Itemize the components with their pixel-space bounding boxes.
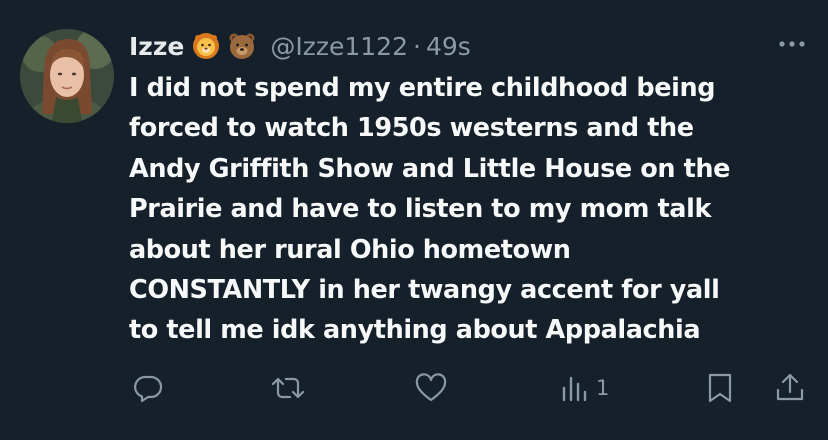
more-options-button[interactable]	[776, 36, 808, 52]
views-count: 1	[596, 376, 610, 400]
ellipsis-icon	[779, 41, 805, 47]
like-button[interactable]	[414, 366, 448, 410]
bookmark-button[interactable]	[706, 366, 734, 410]
tweet[interactable]: Izze @Izze1122 · 49s I did not spend my …	[0, 0, 828, 440]
heart-icon	[415, 373, 447, 402]
reply-icon	[134, 375, 163, 403]
tweet-header: Izze @Izze1122 · 49s	[129, 26, 471, 66]
retweet-icon	[271, 377, 305, 399]
tweet-text-line: forced to watch 1950s westerns and the	[129, 113, 694, 144]
share-icon	[776, 373, 804, 401]
tweet-text-line: CONSTANTLY in her twangy accent for yall	[129, 275, 720, 306]
action-bar: 1	[0, 366, 828, 410]
tweet-text-line: about her rural Ohio hometown	[129, 234, 571, 265]
display-name[interactable]: Izze	[129, 32, 184, 61]
separator-dot: ·	[412, 31, 421, 61]
tweet-text-line: Andy Griffith Show and Little House on t…	[129, 153, 731, 184]
tweet-text: I did not spend my entire childhood bein…	[129, 68, 814, 351]
retweet-button[interactable]	[270, 366, 306, 410]
tweet-text-line: I did not spend my entire childhood bein…	[129, 73, 716, 103]
reply-button[interactable]	[132, 366, 164, 410]
bear-face-emoji	[228, 32, 256, 60]
views-chart-icon	[562, 376, 587, 402]
bookmark-icon	[708, 373, 732, 403]
tweet-text-line: to tell me idk anything about Appalachia	[129, 315, 701, 346]
share-button[interactable]	[774, 366, 806, 410]
timestamp[interactable]: 49s	[426, 32, 471, 61]
avatar[interactable]	[20, 29, 114, 123]
views-button[interactable]: 1	[560, 366, 609, 410]
lion-face-emoji	[192, 32, 220, 60]
user-handle[interactable]: @Izze1122	[270, 32, 408, 61]
tweet-text-line: Prairie and have to listen to my mom tal…	[129, 194, 712, 225]
